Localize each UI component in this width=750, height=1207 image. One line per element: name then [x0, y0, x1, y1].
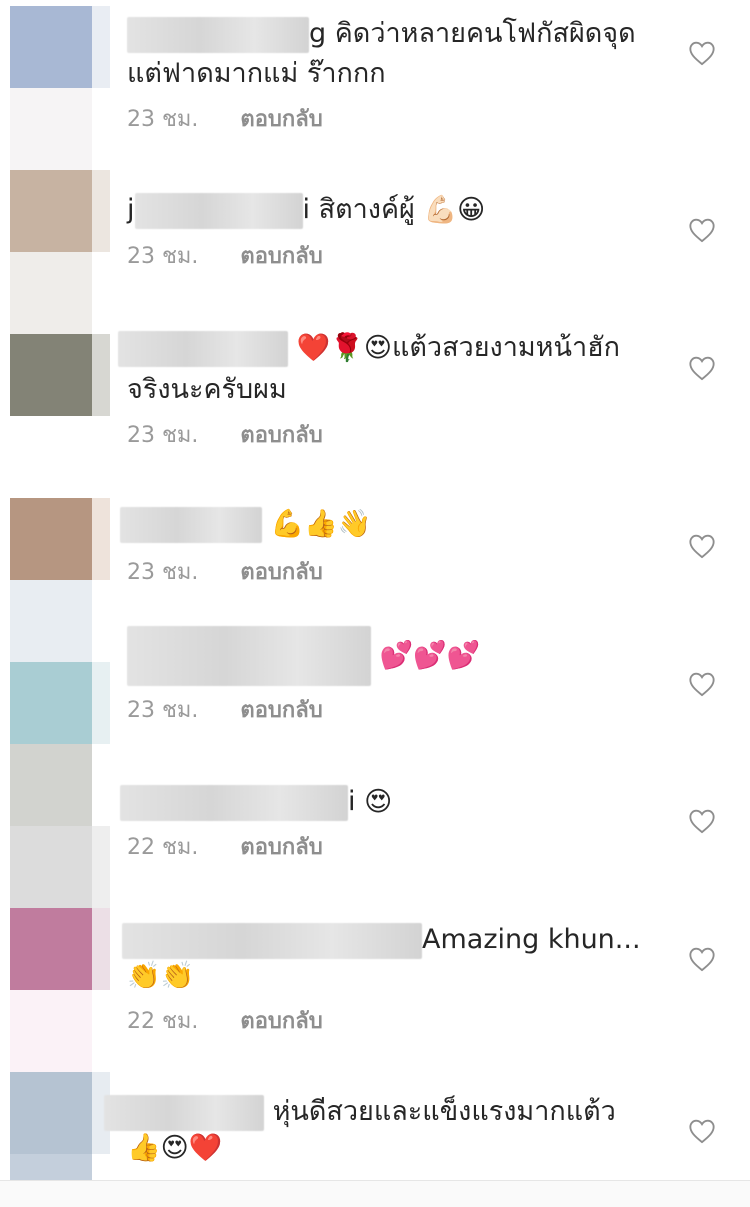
reply-button[interactable]: ตอบกลับ — [240, 1009, 322, 1034]
timestamp: 23 ชม. — [127, 698, 199, 723]
username-tail: i — [348, 786, 356, 817]
heart-outline-icon[interactable] — [688, 946, 716, 972]
username-tail: g — [309, 18, 327, 49]
reply-button[interactable]: ตอบกลับ — [240, 244, 322, 269]
heart-outline-icon[interactable] — [688, 40, 716, 66]
heart-outline-icon[interactable] — [688, 671, 716, 697]
emoji-group: 😍 — [364, 786, 393, 818]
emoji-group: 👍😍❤️ — [127, 1132, 223, 1164]
username-tail: i — [302, 194, 311, 225]
comment-text-line: จริงนะครับผม — [127, 374, 287, 405]
reply-button[interactable]: ตอบกลับ — [240, 107, 322, 132]
emoji-group: 💪👍👋 — [270, 508, 372, 540]
comment-text: j i สิตางค์ผู้ 💪🏻😀 — [127, 190, 650, 231]
avatar[interactable] — [10, 908, 92, 990]
heart-outline-icon[interactable] — [688, 1118, 716, 1144]
comment-meta: 23 ชม. ตอบกลับ — [127, 696, 323, 726]
comment-text: g คิดว่าหลายคนโฟกัสผิดจุด — [127, 14, 650, 54]
comment-text: 👍😍❤️ — [127, 1128, 650, 1169]
blurred-username[interactable] — [122, 922, 422, 959]
avatar[interactable] — [10, 170, 92, 252]
comment-text-line: Amazing khun... — [422, 924, 641, 955]
comment-text: จริงนะครับผม — [127, 370, 650, 410]
avatar[interactable] — [10, 498, 92, 580]
emoji-group: ❤️🌹😍 — [296, 332, 392, 364]
comment-text-line: คิดว่าหลายคนโฟกัสผิดจุด — [334, 18, 636, 49]
avatar[interactable] — [10, 826, 92, 908]
reply-button[interactable]: ตอบกลับ — [240, 698, 322, 723]
comment-meta: 23 ชม. ตอบกลับ — [127, 105, 323, 135]
heart-outline-icon[interactable] — [688, 533, 716, 559]
blurred-username[interactable] — [118, 330, 288, 367]
comment-text-line: แต้วสวยงามหน้าฮัก — [391, 332, 620, 363]
comment-text: Amazing khun... — [122, 920, 650, 960]
timestamp: 22 ชม. — [127, 835, 199, 860]
heart-outline-icon[interactable] — [688, 808, 716, 834]
emoji-group: 💪🏻😀 — [423, 194, 486, 226]
blurred-username[interactable] — [120, 784, 348, 821]
comment-text: 💕💕💕 — [127, 626, 650, 686]
heart-outline-icon[interactable] — [688, 217, 716, 243]
username-head: j — [127, 194, 135, 225]
comment-text: 👏👏 — [127, 956, 650, 997]
blurred-username[interactable] — [104, 1094, 264, 1131]
avatar[interactable] — [10, 1072, 92, 1154]
timestamp: 23 ชม. — [127, 560, 199, 585]
comment-text: ❤️🌹😍แต้วสวยงามหน้าฮัก — [118, 328, 650, 369]
blurred-username[interactable] — [134, 192, 303, 229]
emoji-group: 👏👏 — [127, 960, 195, 992]
timestamp: 22 ชม. — [127, 1009, 199, 1034]
heart-outline-icon[interactable] — [688, 355, 716, 381]
timestamp: 23 ชม. — [127, 423, 199, 448]
comment-text: หุ่นดีสวยและแข็งแรงมากแต้ว — [104, 1092, 650, 1132]
comment-text-line: สิตางค์ผู้ — [318, 194, 415, 225]
comments-screen: g คิดว่าหลายคนโฟกัสผิดจุด แต่ฟาดมากแม่ ร… — [0, 0, 750, 1207]
reply-button[interactable]: ตอบกลับ — [240, 560, 322, 585]
comment-meta: 22 ชม. ตอบกลับ — [127, 833, 323, 863]
reply-button[interactable]: ตอบกลับ — [240, 835, 322, 860]
avatar[interactable] — [10, 6, 92, 88]
comment-text-line: แต่ฟาดมากแม่ ร๊ากกก — [127, 58, 386, 89]
comment-text-line: หุ่นดีสวยและแข็งแรงมากแต้ว — [272, 1096, 616, 1127]
blurred-username[interactable] — [120, 506, 262, 543]
comment-meta: 22 ชม. ตอบกลับ — [127, 1007, 323, 1037]
reply-button[interactable]: ตอบกลับ — [240, 423, 322, 448]
avatar-column — [10, 0, 110, 1190]
avatar[interactable] — [10, 662, 92, 744]
emoji-group: 💕💕💕 — [379, 640, 481, 671]
comment-meta: 23 ชม. ตอบกลับ — [127, 558, 323, 588]
bottom-bar-edge — [0, 1180, 750, 1207]
comment-text: แต่ฟาดมากแม่ ร๊ากกก — [127, 54, 650, 94]
blurred-username[interactable] — [127, 626, 371, 686]
comment-text: i 😍 — [120, 782, 650, 823]
comment-meta: 23 ชม. ตอบกลับ — [127, 421, 323, 451]
timestamp: 23 ชม. — [127, 107, 199, 132]
timestamp: 23 ชม. — [127, 244, 199, 269]
blurred-username[interactable] — [127, 16, 309, 53]
avatar[interactable] — [10, 334, 92, 416]
comment-text: 💪👍👋 — [120, 504, 650, 545]
comment-meta: 23 ชม. ตอบกลับ — [127, 242, 323, 272]
